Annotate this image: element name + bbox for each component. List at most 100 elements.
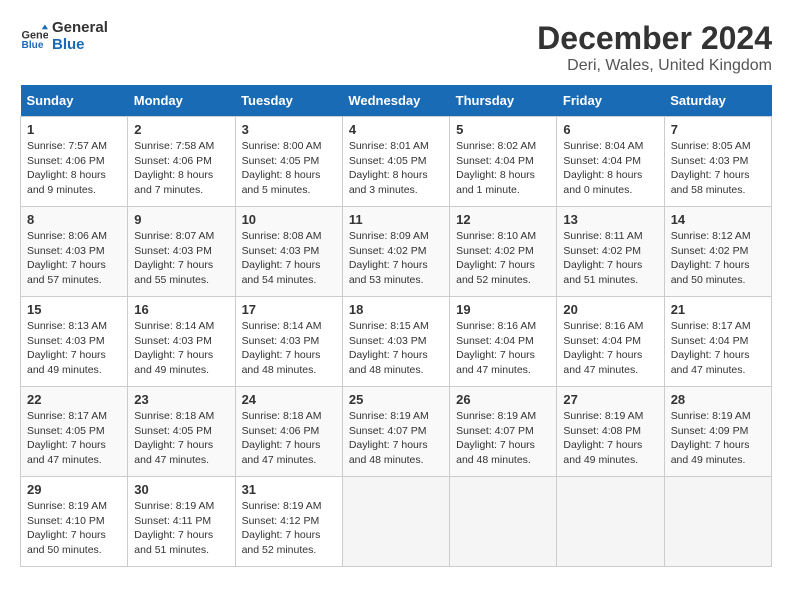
table-row: 10 Sunrise: 8:08 AMSunset: 4:03 PMDayligh…: [235, 207, 342, 297]
table-row: 2 Sunrise: 7:58 AMSunset: 4:06 PMDaylight…: [128, 117, 235, 207]
table-row: 20 Sunrise: 8:16 AMSunset: 4:04 PMDayligh…: [557, 297, 664, 387]
day-info: Sunrise: 7:57 AMSunset: 4:06 PMDaylight:…: [27, 139, 121, 198]
table-row: 29 Sunrise: 8:19 AMSunset: 4:10 PMDayligh…: [21, 477, 128, 567]
day-info: Sunrise: 8:16 AMSunset: 4:04 PMDaylight:…: [563, 319, 657, 378]
day-number: 25: [349, 392, 443, 407]
table-row: [557, 477, 664, 567]
day-info: Sunrise: 8:08 AMSunset: 4:03 PMDaylight:…: [242, 229, 336, 288]
table-row: [450, 477, 557, 567]
day-number: 27: [563, 392, 657, 407]
day-number: 12: [456, 212, 550, 227]
day-info: Sunrise: 8:14 AMSunset: 4:03 PMDaylight:…: [134, 319, 228, 378]
table-row: 31 Sunrise: 8:19 AMSunset: 4:12 PMDayligh…: [235, 477, 342, 567]
col-wednesday: Wednesday: [342, 85, 449, 117]
table-row: 5 Sunrise: 8:02 AMSunset: 4:04 PMDaylight…: [450, 117, 557, 207]
calendar-table: Sunday Monday Tuesday Wednesday Thursday…: [20, 85, 772, 567]
day-number: 4: [349, 122, 443, 137]
table-row: 25 Sunrise: 8:19 AMSunset: 4:07 PMDayligh…: [342, 387, 449, 477]
col-thursday: Thursday: [450, 85, 557, 117]
day-info: Sunrise: 8:16 AMSunset: 4:04 PMDaylight:…: [456, 319, 550, 378]
day-number: 15: [27, 302, 121, 317]
day-info: Sunrise: 8:06 AMSunset: 4:03 PMDaylight:…: [27, 229, 121, 288]
table-row: 7 Sunrise: 8:05 AMSunset: 4:03 PMDaylight…: [664, 117, 771, 207]
day-info: Sunrise: 8:02 AMSunset: 4:04 PMDaylight:…: [456, 139, 550, 198]
day-info: Sunrise: 8:19 AMSunset: 4:10 PMDaylight:…: [27, 499, 121, 558]
day-number: 7: [671, 122, 765, 137]
table-row: 15 Sunrise: 8:13 AMSunset: 4:03 PMDayligh…: [21, 297, 128, 387]
day-info: Sunrise: 8:17 AMSunset: 4:04 PMDaylight:…: [671, 319, 765, 378]
day-number: 5: [456, 122, 550, 137]
table-row: 17Sunrise: 8:14 AMSunset: 4:03 PMDayligh…: [235, 297, 342, 387]
day-info: Sunrise: 8:01 AMSunset: 4:05 PMDaylight:…: [349, 139, 443, 198]
day-info: Sunrise: 8:07 AMSunset: 4:03 PMDaylight:…: [134, 229, 228, 288]
calendar-header-row: Sunday Monday Tuesday Wednesday Thursday…: [21, 85, 772, 117]
day-info: Sunrise: 7:58 AMSunset: 4:06 PMDaylight:…: [134, 139, 228, 198]
table-row: 27 Sunrise: 8:19 AMSunset: 4:08 PMDayligh…: [557, 387, 664, 477]
table-row: 6Sunrise: 8:04 AMSunset: 4:04 PMDaylight…: [557, 117, 664, 207]
day-number: 13: [563, 212, 657, 227]
table-row: 19Sunrise: 8:16 AMSunset: 4:04 PMDayligh…: [450, 297, 557, 387]
day-info: Sunrise: 8:19 AMSunset: 4:12 PMDaylight:…: [242, 499, 336, 558]
table-row: 3 Sunrise: 8:00 AMSunset: 4:05 PMDaylight…: [235, 117, 342, 207]
day-number: 26: [456, 392, 550, 407]
day-number: 23: [134, 392, 228, 407]
day-info: Sunrise: 8:19 AMSunset: 4:11 PMDaylight:…: [134, 499, 228, 558]
calendar-week-row: 8Sunrise: 8:06 AMSunset: 4:03 PMDaylight…: [21, 207, 772, 297]
day-number: 16: [134, 302, 228, 317]
day-info: Sunrise: 8:04 AMSunset: 4:04 PMDaylight:…: [563, 139, 657, 198]
day-number: 22: [27, 392, 121, 407]
day-number: 20: [563, 302, 657, 317]
day-info: Sunrise: 8:19 AMSunset: 4:08 PMDaylight:…: [563, 409, 657, 468]
table-row: 28 Sunrise: 8:19 AMSunset: 4:09 PMDayligh…: [664, 387, 771, 477]
table-row: 30 Sunrise: 8:19 AMSunset: 4:11 PMDayligh…: [128, 477, 235, 567]
table-row: 18Sunrise: 8:15 AMSunset: 4:03 PMDayligh…: [342, 297, 449, 387]
table-row: 23 Sunrise: 8:18 AMSunset: 4:05 PMDayligh…: [128, 387, 235, 477]
day-number: 17: [242, 302, 336, 317]
day-number: 31: [242, 482, 336, 497]
day-info: Sunrise: 8:15 AMSunset: 4:03 PMDaylight:…: [349, 319, 443, 378]
table-row: 21Sunrise: 8:17 AMSunset: 4:04 PMDayligh…: [664, 297, 771, 387]
day-number: 9: [134, 212, 228, 227]
day-info: Sunrise: 8:19 AMSunset: 4:09 PMDaylight:…: [671, 409, 765, 468]
col-tuesday: Tuesday: [235, 85, 342, 117]
day-number: 2: [134, 122, 228, 137]
col-saturday: Saturday: [664, 85, 771, 117]
day-info: Sunrise: 8:10 AMSunset: 4:02 PMDaylight:…: [456, 229, 550, 288]
day-info: Sunrise: 8:13 AMSunset: 4:03 PMDaylight:…: [27, 319, 121, 378]
day-number: 30: [134, 482, 228, 497]
table-row: 12 Sunrise: 8:10 AMSunset: 4:02 PMDayligh…: [450, 207, 557, 297]
day-number: 11: [349, 212, 443, 227]
day-info: Sunrise: 8:12 AMSunset: 4:02 PMDaylight:…: [671, 229, 765, 288]
day-info: Sunrise: 8:19 AMSunset: 4:07 PMDaylight:…: [349, 409, 443, 468]
calendar-week-row: 29 Sunrise: 8:19 AMSunset: 4:10 PMDayligh…: [21, 477, 772, 567]
col-friday: Friday: [557, 85, 664, 117]
location: Deri, Wales, United Kingdom: [537, 57, 772, 75]
table-row: 22 Sunrise: 8:17 AMSunset: 4:05 PMDayligh…: [21, 387, 128, 477]
day-number: 14: [671, 212, 765, 227]
col-monday: Monday: [128, 85, 235, 117]
day-info: Sunrise: 8:05 AMSunset: 4:03 PMDaylight:…: [671, 139, 765, 198]
day-number: 29: [27, 482, 121, 497]
day-number: 28: [671, 392, 765, 407]
day-info: Sunrise: 8:09 AMSunset: 4:02 PMDaylight:…: [349, 229, 443, 288]
day-number: 10: [242, 212, 336, 227]
table-row: 13 Sunrise: 8:11 AMSunset: 4:02 PMDayligh…: [557, 207, 664, 297]
table-row: 16 Sunrise: 8:14 AMSunset: 4:03 PMDayligh…: [128, 297, 235, 387]
table-row: 9 Sunrise: 8:07 AMSunset: 4:03 PMDaylight…: [128, 207, 235, 297]
table-row: 11 Sunrise: 8:09 AMSunset: 4:02 PMDayligh…: [342, 207, 449, 297]
calendar-week-row: 1 Sunrise: 7:57 AMSunset: 4:06 PMDaylight…: [21, 117, 772, 207]
table-row: 8Sunrise: 8:06 AMSunset: 4:03 PMDaylight…: [21, 207, 128, 297]
table-row: [342, 477, 449, 567]
day-number: 1: [27, 122, 121, 137]
day-info: Sunrise: 8:17 AMSunset: 4:05 PMDaylight:…: [27, 409, 121, 468]
day-number: 3: [242, 122, 336, 137]
table-row: 1 Sunrise: 7:57 AMSunset: 4:06 PMDaylight…: [21, 117, 128, 207]
table-row: 26Sunrise: 8:19 AMSunset: 4:07 PMDayligh…: [450, 387, 557, 477]
logo: General Blue General Blue: [20, 20, 108, 53]
page-header: General Blue General Blue December 2024 …: [20, 20, 772, 75]
day-info: Sunrise: 8:11 AMSunset: 4:02 PMDaylight:…: [563, 229, 657, 288]
col-sunday: Sunday: [21, 85, 128, 117]
day-info: Sunrise: 8:18 AMSunset: 4:05 PMDaylight:…: [134, 409, 228, 468]
day-info: Sunrise: 8:00 AMSunset: 4:05 PMDaylight:…: [242, 139, 336, 198]
month-title: December 2024: [537, 20, 772, 57]
